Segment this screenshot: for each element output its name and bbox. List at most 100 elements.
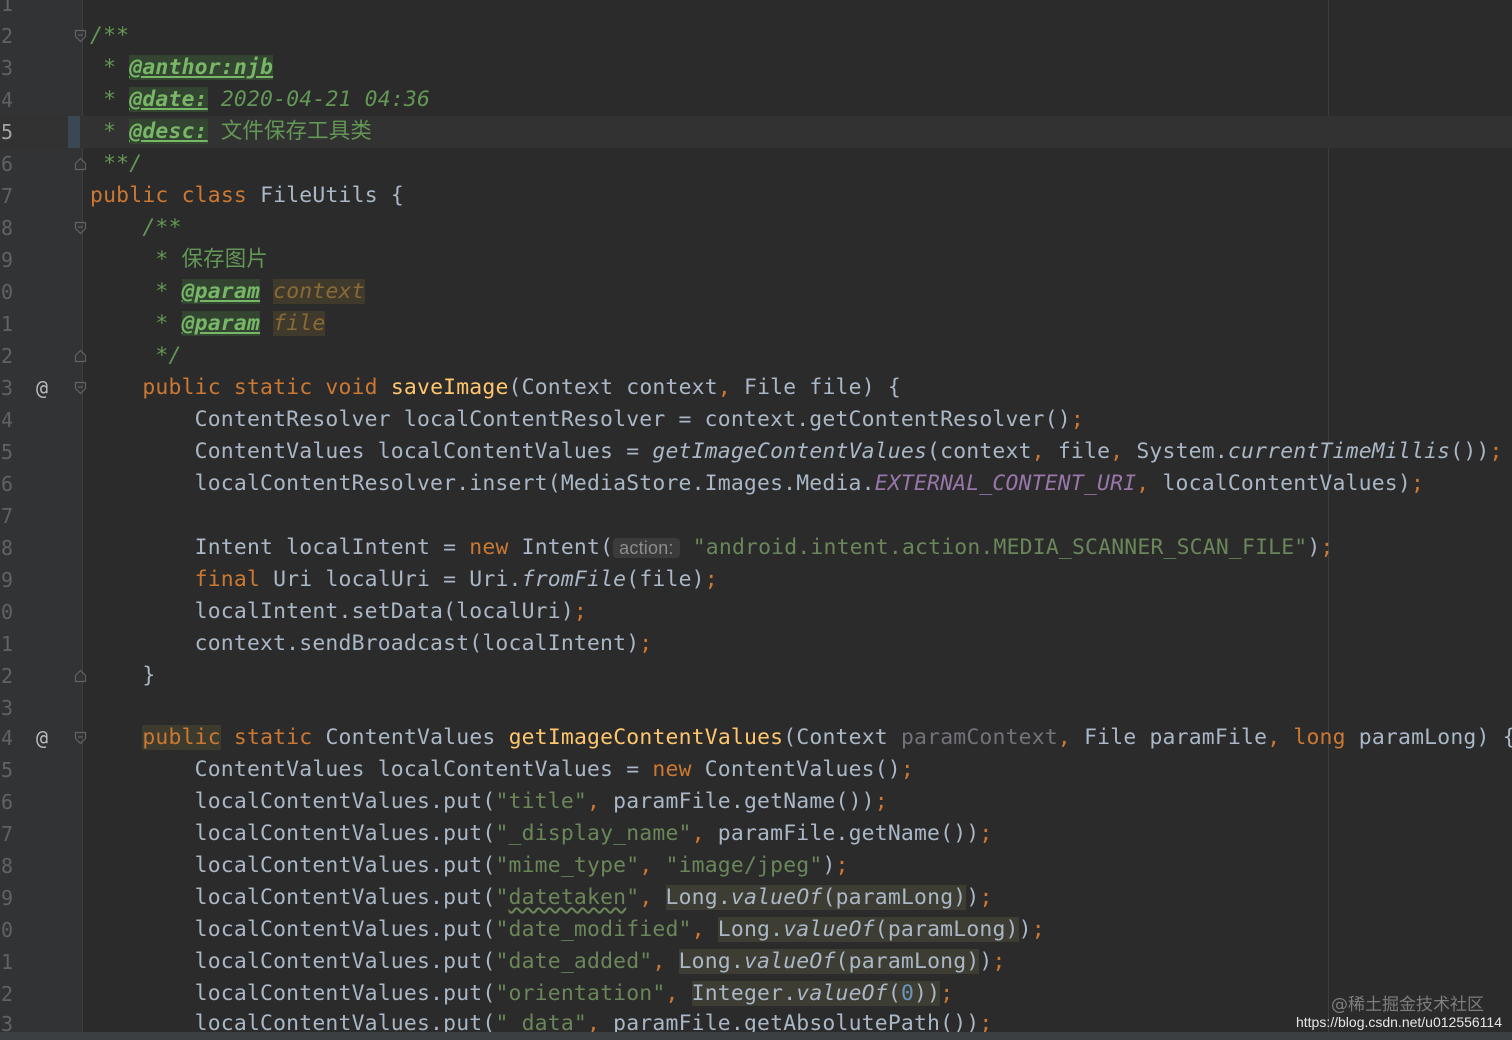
code-text[interactable]: * @anthor:njb	[90, 52, 274, 84]
boxing-highlight: Long.valueOf(paramLong)	[665, 885, 967, 910]
code-line: 16 **/	[0, 148, 1512, 180]
fold-open-icon[interactable]	[74, 381, 87, 395]
code-line: 32 }	[0, 660, 1512, 692]
code-text[interactable]: */	[90, 340, 182, 372]
code-text[interactable]: * @date: 2020-04-21 04:36	[90, 84, 430, 116]
code-line: 27	[0, 500, 1512, 532]
code-line: 39 localContentValues.put("datetaken", L…	[0, 882, 1512, 914]
line-number[interactable]: 40	[0, 918, 22, 942]
fold-end-icon[interactable]	[74, 349, 87, 363]
code-line: 26 localContentResolver.insert(MediaStor…	[0, 468, 1512, 500]
code-line: 14 * @date: 2020-04-21 04:36	[0, 84, 1512, 116]
code-line: 20 * @param context	[0, 276, 1512, 308]
line-number[interactable]: 18	[0, 216, 22, 240]
line-number[interactable]: 27	[0, 504, 22, 528]
fold-open-icon[interactable]	[74, 221, 87, 235]
line-number[interactable]: 24	[0, 408, 22, 432]
boxing-highlight: Long.valueOf(paramLong)	[717, 917, 1019, 942]
code-text[interactable]: context.sendBroadcast(localIntent);	[90, 628, 653, 660]
code-line: 19 * 保存图片	[0, 244, 1512, 276]
code-line: 29 final Uri localUri = Uri.fromFile(fil…	[0, 564, 1512, 596]
line-number[interactable]: 20	[0, 280, 22, 304]
javadoc-param-name: context	[273, 279, 365, 304]
line-number[interactable]: 26	[0, 472, 22, 496]
code-line: 38 localContentValues.put("mime_type", "…	[0, 850, 1512, 882]
line-number[interactable]: 15	[0, 120, 22, 144]
javadoc-tag: @param	[181, 279, 261, 304]
line-number[interactable]: 36	[0, 790, 22, 814]
line-number[interactable]: 12	[0, 24, 22, 48]
code-text[interactable]: * @desc: 文件保存工具类	[90, 116, 372, 148]
code-text[interactable]: **/	[90, 148, 142, 180]
line-number[interactable]: 23	[0, 376, 22, 400]
code-text[interactable]: localContentValues.put("date_modified", …	[90, 914, 1045, 946]
code-line: 17 public class FileUtils {	[0, 180, 1512, 212]
code-line: 11	[0, 0, 1512, 20]
parameter-hint: action:	[613, 538, 680, 558]
code-text[interactable]: localContentValues.put("mime_type", "ima…	[90, 850, 849, 882]
code-text[interactable]: Intent localIntent = new Intent(action: …	[90, 532, 1334, 564]
code-line-current: 15 * @desc: 文件保存工具类	[0, 116, 1512, 148]
code-line: 34 @ public static ContentValues getImag…	[0, 722, 1512, 754]
line-number[interactable]: 34	[0, 726, 22, 750]
code-text[interactable]: localContentValues.put("title", paramFil…	[90, 786, 888, 818]
code-text[interactable]: public static void saveImage(Context con…	[90, 372, 901, 404]
line-number[interactable]: 32	[0, 664, 22, 688]
code-text[interactable]: * @param context	[90, 276, 365, 308]
boxing-highlight: Long.valueOf(paramLong)	[678, 949, 980, 974]
javadoc-param-name: file	[273, 311, 326, 336]
line-number[interactable]: 29	[0, 568, 22, 592]
line-number[interactable]: 13	[0, 56, 22, 80]
code-text[interactable]: localContentValues.put("_display_name", …	[90, 818, 993, 850]
code-line: 40 localContentValues.put("date_modified…	[0, 914, 1512, 946]
javadoc-tag: @desc:	[129, 119, 208, 144]
line-number[interactable]: 19	[0, 248, 22, 272]
line-number[interactable]: 37	[0, 822, 22, 846]
code-text[interactable]: public static ContentValues getImageCont…	[90, 722, 1512, 754]
line-number[interactable]: 14	[0, 88, 22, 112]
code-line: 33	[0, 692, 1512, 724]
code-text[interactable]: localContentValues.put("datetaken", Long…	[90, 882, 993, 914]
line-number[interactable]: 11	[0, 0, 22, 16]
code-text[interactable]: localContentValues.put("orientation", In…	[90, 978, 953, 1010]
javadoc-tag: @date:	[129, 87, 208, 112]
override-icon[interactable]: @	[36, 724, 48, 752]
override-icon[interactable]: @	[36, 374, 48, 402]
line-number[interactable]: 33	[0, 696, 22, 720]
line-number[interactable]: 38	[0, 854, 22, 878]
code-text[interactable]: * @param file	[90, 308, 326, 340]
code-text[interactable]: * 保存图片	[90, 244, 268, 276]
fold-end-icon[interactable]	[74, 669, 87, 683]
code-text[interactable]: /**	[90, 212, 182, 244]
code-text[interactable]: localIntent.setData(localUri);	[90, 596, 587, 628]
code-line: 22 */	[0, 340, 1512, 372]
line-number[interactable]: 28	[0, 536, 22, 560]
line-number[interactable]: 17	[0, 184, 22, 208]
code-text[interactable]: localContentValues.put("date_added", Lon…	[90, 946, 1006, 978]
line-number[interactable]: 22	[0, 344, 22, 368]
line-number[interactable]: 31	[0, 632, 22, 656]
code-line: 13 * @anthor:njb	[0, 52, 1512, 84]
line-number[interactable]: 25	[0, 440, 22, 464]
code-line: 42 localContentValues.put("orientation",…	[0, 978, 1512, 1010]
line-number[interactable]: 30	[0, 600, 22, 624]
line-number[interactable]: 41	[0, 950, 22, 974]
line-number[interactable]: 35	[0, 758, 22, 782]
code-text[interactable]: ContentResolver localContentResolver = c…	[90, 404, 1084, 436]
code-line: 21 * @param file	[0, 308, 1512, 340]
line-number[interactable]: 39	[0, 886, 22, 910]
code-text[interactable]: }	[90, 660, 155, 692]
code-text[interactable]: /**	[90, 20, 129, 52]
code-text[interactable]: public class FileUtils {	[90, 180, 404, 212]
line-number[interactable]: 16	[0, 152, 22, 176]
line-number[interactable]: 21	[0, 312, 22, 336]
fold-open-icon[interactable]	[74, 731, 87, 745]
code-text[interactable]: ContentValues localContentValues = getIm…	[90, 436, 1503, 468]
code-line: 41 localContentValues.put("date_added", …	[0, 946, 1512, 978]
code-text[interactable]: final Uri localUri = Uri.fromFile(file);	[90, 564, 718, 596]
fold-open-icon[interactable]	[74, 29, 87, 43]
code-text[interactable]: localContentResolver.insert(MediaStore.I…	[90, 468, 1424, 500]
fold-end-icon[interactable]	[74, 157, 87, 171]
line-number[interactable]: 42	[0, 982, 22, 1006]
code-text[interactable]: ContentValues localContentValues = new C…	[90, 754, 914, 786]
